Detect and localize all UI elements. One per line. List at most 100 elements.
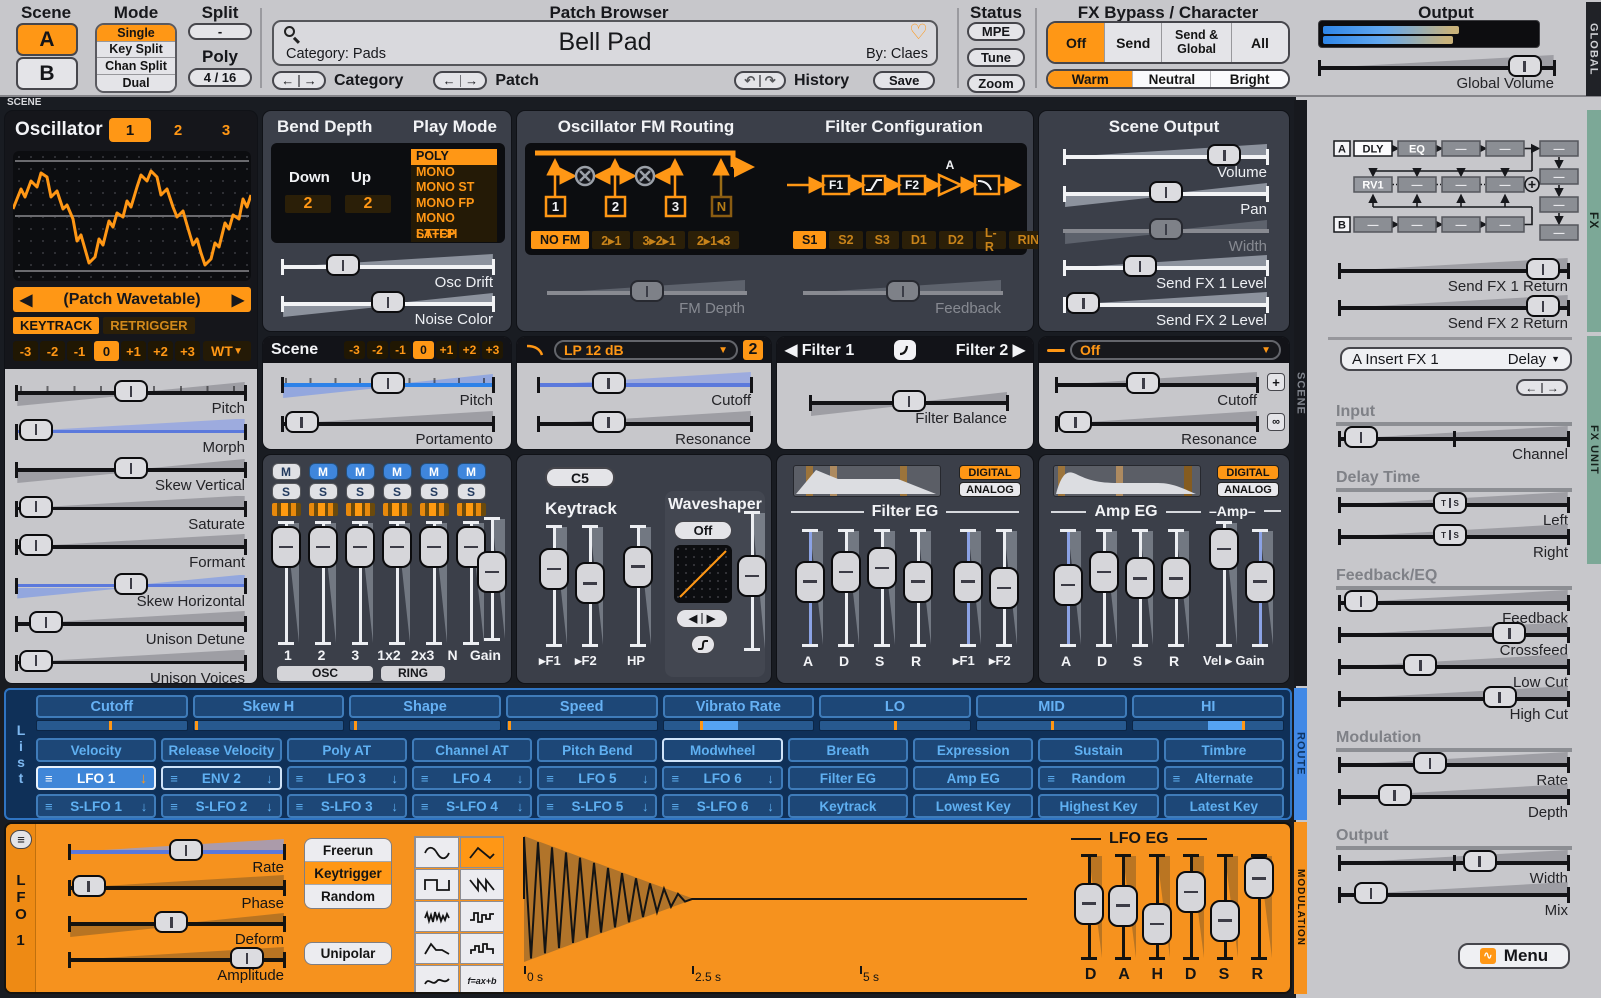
patch-nav-buttons[interactable]: ←→ xyxy=(433,71,487,90)
filter-config-option-4[interactable]: D2 xyxy=(939,231,973,249)
lfo-shape-sample-hold[interactable] xyxy=(460,901,504,932)
fx-unit-edge-tab[interactable]: FX UNIT xyxy=(1587,336,1601,564)
filter-block-icon-button[interactable] xyxy=(894,340,916,360)
category-next-icon[interactable]: → xyxy=(304,73,317,88)
filter-eg-a-slider[interactable] xyxy=(795,527,825,649)
lfo-unipolar-button[interactable]: Unipolar xyxy=(304,942,392,965)
fx-slot-a4[interactable]: — xyxy=(1500,144,1511,156)
zoom-button[interactable]: Zoom xyxy=(967,74,1025,93)
filter-config-option-1[interactable]: S2 xyxy=(829,231,862,249)
mod-lfo-3[interactable]: ≡LFO 3↓ xyxy=(287,766,407,790)
osc-morph-slider[interactable]: Morph xyxy=(15,416,247,450)
mod-lfo-4[interactable]: ≡LFO 4↓ xyxy=(412,766,532,790)
mod-source-modwheel[interactable]: Modwheel xyxy=(662,738,782,762)
mod-macro-1[interactable]: Skew H xyxy=(193,695,345,731)
fx-bypass-off-button[interactable]: Off xyxy=(1048,23,1105,62)
mode-dual-button[interactable]: Dual xyxy=(97,75,175,92)
amp-vel-sensitivity-slider[interactable] xyxy=(1209,519,1239,649)
octave--2[interactable]: -2 xyxy=(40,341,65,361)
scene-octave-row[interactable]: -3-2-10+1+2+3 xyxy=(344,341,503,359)
lfo-eg-release-slider[interactable] xyxy=(1244,852,1274,962)
fx-crossfeed-slider[interactable]: Crossfeed xyxy=(1338,619,1570,653)
fm-box-n[interactable]: N xyxy=(717,199,726,214)
waveshaper-next-icon[interactable]: ▶ xyxy=(707,612,715,625)
fx-feedback-slider[interactable]: Feedback xyxy=(1338,587,1570,621)
mod-macro-3[interactable]: Speed xyxy=(506,695,658,731)
lfo-eg-sustain-slider[interactable] xyxy=(1210,852,1240,962)
filter-eg-d-slider[interactable] xyxy=(831,527,861,649)
mixer-solo-4[interactable]: S xyxy=(383,483,412,500)
filter2-extend-button[interactable]: + xyxy=(1267,373,1285,391)
mod-s-lfo-3[interactable]: ≡S-LFO 3↓ xyxy=(287,794,407,818)
filter-eg-f2-depth-slider[interactable] xyxy=(989,527,1019,649)
mod-lowest-key[interactable]: Lowest Key xyxy=(913,794,1033,818)
octave--1[interactable]: -1 xyxy=(67,341,92,361)
wavetable-prev-icon[interactable]: ◀ xyxy=(20,290,32,310)
fx-bypass-all-button[interactable]: All xyxy=(1232,23,1288,62)
menu-button[interactable]: ∿ Menu xyxy=(1458,943,1570,969)
fx-mix-slider[interactable]: Mix xyxy=(1338,879,1570,913)
filter1-block-label[interactable]: ◀ Filter 1 xyxy=(785,340,854,360)
retrigger-toggle[interactable]: RETRIGGER xyxy=(103,317,194,334)
lfo-menu-button[interactable]: ≡ xyxy=(10,830,32,849)
filter-config-option-5[interactable]: L-R xyxy=(976,231,1006,249)
lfo-eg-decay-slider[interactable] xyxy=(1176,852,1206,962)
filter-eg-r-slider[interactable] xyxy=(903,527,933,649)
fx-channel-slider[interactable]: Channel xyxy=(1338,423,1570,457)
mod-source-velocity[interactable]: Velocity xyxy=(36,738,156,762)
split-value-button[interactable]: - xyxy=(188,23,252,40)
fx-slot-b1[interactable]: — xyxy=(1368,220,1379,232)
fx-bypass-send-button[interactable]: Send xyxy=(1105,23,1162,62)
scene-side-tab[interactable]: SCENE xyxy=(1294,100,1307,686)
fx-slot-b4[interactable]: — xyxy=(1500,220,1511,232)
lfo-shape-noise[interactable] xyxy=(415,901,459,932)
lfo-shape-square[interactable] xyxy=(415,869,459,900)
lfo-eg-hold-slider[interactable] xyxy=(1142,852,1172,962)
modulation-side-tab[interactable]: MODULATION xyxy=(1294,822,1307,994)
waveshaper-type-button[interactable]: Off xyxy=(674,521,732,540)
mod-lfo-6[interactable]: ≡LFO 6↓ xyxy=(662,766,782,790)
send-fx2-level-slider[interactable]: Send FX 2 Level xyxy=(1063,289,1269,323)
octave-0[interactable]: 0 xyxy=(413,341,434,359)
fx-mod-rate-slider[interactable]: Rate xyxy=(1338,749,1570,783)
mixer-level-slider-5[interactable] xyxy=(419,519,449,647)
osc-pitch-slider[interactable]: Pitch xyxy=(15,377,247,411)
fx-low-cut-slider[interactable]: Low Cut xyxy=(1338,651,1570,685)
send-fx1-level-slider[interactable]: Send FX 1 Level xyxy=(1063,252,1269,286)
filter-balance-slider[interactable]: Filter Balance xyxy=(809,387,1009,421)
octave-+1[interactable]: +1 xyxy=(436,341,457,359)
fx-prev-icon[interactable]: ← xyxy=(1525,381,1537,395)
osc-formant-slider[interactable]: Formant xyxy=(15,531,247,565)
mod-random[interactable]: ≡Random xyxy=(1038,766,1158,790)
mod-lfo-1[interactable]: ≡LFO 1↓ xyxy=(36,766,156,790)
bend-down-value[interactable]: 2 xyxy=(285,195,331,213)
osc-skew-horizontal-slider[interactable]: Skew Horizontal xyxy=(15,570,247,604)
scene-volume-slider[interactable]: Volume xyxy=(1063,141,1269,175)
lfo-phase-slider[interactable]: Phase xyxy=(68,872,286,906)
scene-width-slider[interactable]: Width xyxy=(1063,215,1269,249)
fx-bypass-send-global-button[interactable]: Send & Global xyxy=(1162,23,1232,62)
filter-config-option-3[interactable]: D1 xyxy=(902,231,936,249)
patch-name-field[interactable]: Bell Pad Category: Pads ♡ By: Claes xyxy=(272,20,938,66)
fconf-f1-box[interactable]: F1 xyxy=(829,178,843,192)
mod-s-lfo-2[interactable]: ≡S-LFO 2↓ xyxy=(161,794,281,818)
global-edge-tab[interactable]: GLOBAL xyxy=(1586,2,1601,96)
octave-+3[interactable]: +3 xyxy=(482,341,503,359)
global-volume-slider[interactable]: Global Volume xyxy=(1318,52,1556,86)
waveshaper-curve-button[interactable] xyxy=(691,635,715,654)
noise-color-slider[interactable]: Noise Color xyxy=(281,288,495,322)
mod-macro-0[interactable]: Cutoff xyxy=(36,695,188,731)
scene-a-button[interactable]: A xyxy=(16,23,78,56)
octave-+1[interactable]: +1 xyxy=(121,341,146,361)
filter1-type-dropdown[interactable]: LP 12 dB▼ xyxy=(554,340,738,360)
fconf-amp-node[interactable]: A xyxy=(946,158,955,172)
waveshaper-display[interactable] xyxy=(674,545,732,603)
lfo-waveform-display[interactable]: 0 s 2.5 s 5 s xyxy=(522,832,1046,984)
octave-+2[interactable]: +2 xyxy=(148,341,173,361)
redo-icon[interactable]: ↷ xyxy=(765,73,776,89)
filter-config-option-2[interactable]: S3 xyxy=(866,231,899,249)
osc-tab-2[interactable]: 2 xyxy=(157,118,199,142)
keytrack-f2-slider[interactable] xyxy=(575,523,605,649)
mod-env-2[interactable]: ≡ENV 2↓ xyxy=(161,766,281,790)
fm-box-3[interactable]: 3 xyxy=(672,199,679,214)
